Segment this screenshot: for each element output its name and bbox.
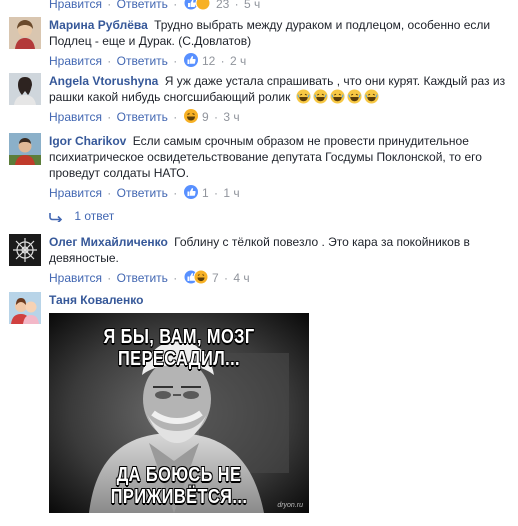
comment-text: Igor Charikov Если самым срочным образом…	[49, 134, 482, 180]
like-link[interactable]: Нравится	[49, 271, 102, 285]
comment-actions: Нравится · Ответить · 1 · 1 ч	[49, 184, 240, 200]
meme-bottom-caption-line2: ПРИЖИВЁТСЯ...	[110, 486, 248, 508]
reply-link[interactable]: Ответить	[117, 186, 168, 200]
avatar[interactable]	[9, 17, 41, 49]
comment-author[interactable]: Igor Charikov	[49, 134, 126, 148]
meme-top-caption-line2: ПЕРЕСАДИЛ...	[117, 348, 241, 370]
comment-actions: Нравится · Ответить · 12 · 2 ч	[49, 52, 247, 68]
comment-author[interactable]: Марина Рублёва	[49, 18, 148, 32]
avatar[interactable]	[9, 73, 41, 105]
reply-link[interactable]: Ответить	[117, 110, 168, 124]
haha-reaction-icon[interactable]	[183, 108, 199, 124]
like-link[interactable]: Нравится	[49, 186, 102, 200]
comment-author[interactable]: Angela Vtorushyna	[49, 74, 158, 88]
meme-watermark: dryon.ru	[277, 502, 303, 509]
comment-author[interactable]: Олег Михайличенко	[49, 235, 168, 249]
reaction-icons[interactable]	[183, 0, 213, 11]
avatar[interactable]	[9, 292, 41, 324]
comment-text: Марина Рублёва Трудно выбрать между дура…	[49, 18, 491, 48]
like-link[interactable]: Нравится	[49, 110, 102, 124]
view-replies-link[interactable]: 1 ответ	[49, 208, 114, 224]
comment-text: Angela Vtorushyna Я уж даже устала спраш…	[49, 74, 506, 104]
reaction-icons[interactable]	[183, 269, 209, 285]
comment-actions: Нравится · Ответить · 7 · 4 ч	[49, 269, 250, 285]
like-link[interactable]: Нравится	[49, 0, 102, 11]
like-link[interactable]: Нравится	[49, 54, 102, 68]
meme-image[interactable]: Я БЫ, ВАМ, МОЗГ ПЕРЕСАДИЛ... ДА БОЮСЬ НЕ…	[49, 313, 309, 513]
meme-top-caption-line1: Я БЫ, ВАМ, МОЗГ	[103, 326, 255, 348]
avatar[interactable]	[9, 133, 41, 165]
reply-link[interactable]: Ответить	[117, 271, 168, 285]
comment-text: Олег Михайличенко Гоблину с тёлкой повез…	[49, 235, 470, 265]
reply-link[interactable]: Ответить	[117, 54, 168, 68]
like-reaction-icon[interactable]	[183, 184, 199, 200]
avatar[interactable]	[9, 234, 41, 266]
previous-comment-actions: Нравится · Ответить · 23 · 5 ч	[49, 0, 260, 12]
meme-bottom-caption-line1: ДА БОЮСЬ НЕ	[116, 464, 242, 486]
reply-link[interactable]: Ответить	[117, 0, 168, 11]
emoji-laughing-icons	[294, 89, 379, 104]
reply-arrow-icon	[49, 213, 63, 222]
comment-author[interactable]: Таня Коваленко	[49, 293, 143, 307]
like-reaction-icon[interactable]	[183, 52, 199, 68]
comment-actions: Нравится · Ответить · 9 · 3 ч	[49, 108, 240, 124]
comment-text: Таня Коваленко	[49, 292, 509, 308]
